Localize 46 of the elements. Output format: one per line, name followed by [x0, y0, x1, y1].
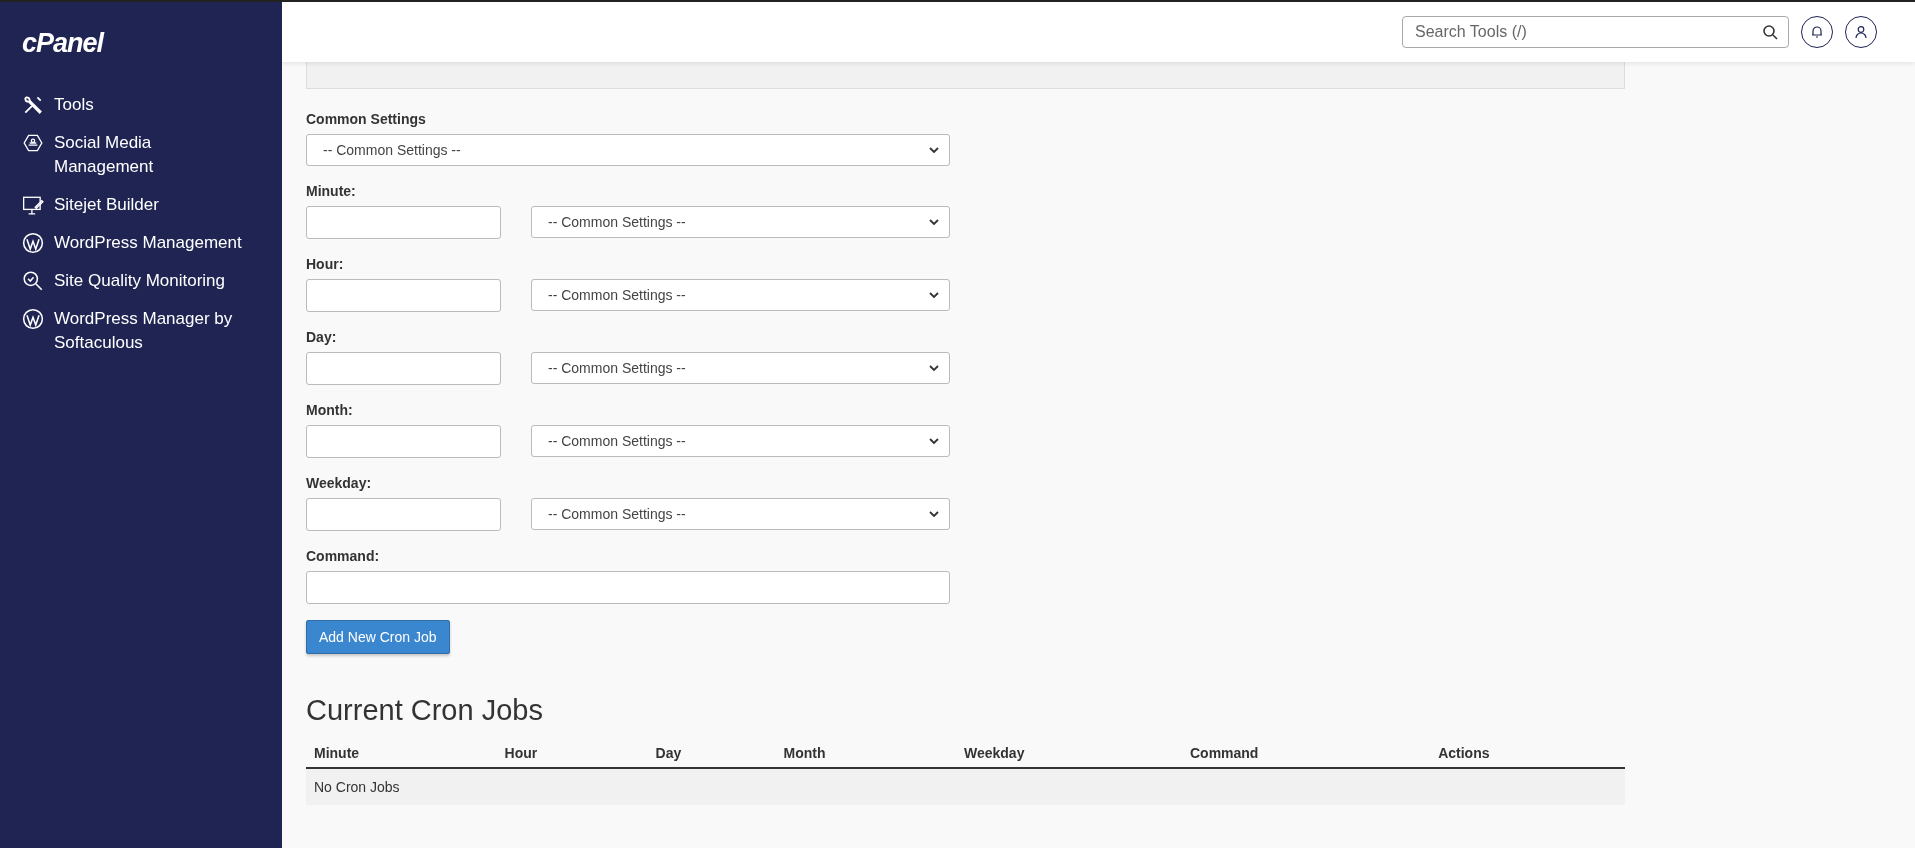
input-field[interactable]: [306, 498, 501, 531]
common-settings-select[interactable]: -- Common Settings --: [531, 425, 950, 457]
sidebar-item[interactable]: Site Quality Monitoring: [22, 269, 252, 293]
monitor-pencil-icon: [22, 194, 44, 216]
field-label: Month:: [306, 402, 354, 418]
input-field[interactable]: [306, 425, 501, 458]
common-settings-select[interactable]: -- Common Settings --: [531, 498, 950, 530]
chevron-down-icon: [929, 510, 939, 518]
input-field[interactable]: [306, 352, 501, 385]
add-cron-job-button[interactable]: Add New Cron Job: [306, 620, 450, 654]
field-label: Hour:: [306, 256, 345, 272]
user-button[interactable]: [1845, 16, 1877, 48]
sidebar-item[interactable]: Sitejet Builder: [22, 193, 252, 217]
common-settings-select[interactable]: -- Common Settings --: [531, 352, 950, 384]
bell-icon: [1810, 25, 1824, 39]
cpanel-logo[interactable]: cPanel: [22, 28, 104, 59]
sidebar-item[interactable]: Tools: [22, 93, 252, 117]
input-field[interactable]: [306, 279, 501, 312]
sidebar-item[interactable]: WordPress Manager by Softaculous: [22, 307, 252, 355]
input-field[interactable]: [306, 206, 501, 239]
command-field[interactable]: [306, 571, 950, 604]
notifications-button[interactable]: [1801, 16, 1833, 48]
section-heading: Current Cron Jobs: [306, 694, 543, 727]
user-icon: [1854, 25, 1868, 39]
chevron-down-icon: [929, 364, 939, 372]
tools-icon: [22, 94, 44, 116]
hexagon-people-icon: [22, 132, 44, 154]
common-settings-select[interactable]: -- Common Settings --: [531, 206, 950, 238]
search-icon: [1762, 24, 1778, 40]
field-label: Weekday:: [306, 475, 373, 491]
search-bar[interactable]: Search Tools (/): [1402, 16, 1789, 48]
search-field[interactable]: Search Tools (/): [1413, 22, 1762, 42]
sidebar-item[interactable]: Social Media Management: [22, 131, 252, 179]
chevron-down-icon: [929, 146, 939, 154]
common-settings-select[interactable]: -- Common Settings --: [531, 279, 950, 311]
sidebar-item[interactable]: WordPress Management: [22, 231, 252, 255]
chevron-down-icon: [929, 291, 939, 299]
field-label: Day:: [306, 329, 338, 345]
field-label: Minute:: [306, 183, 357, 199]
field-label: Command:: [306, 548, 381, 564]
magnifier-check-icon: [22, 270, 44, 292]
empty-table-message: No Cron Jobs: [306, 768, 1625, 805]
chevron-down-icon: [929, 218, 939, 226]
field-label: Common Settings: [306, 111, 427, 127]
common-settings-select[interactable]: -- Common Settings --: [306, 134, 950, 166]
chevron-down-icon: [929, 437, 939, 445]
